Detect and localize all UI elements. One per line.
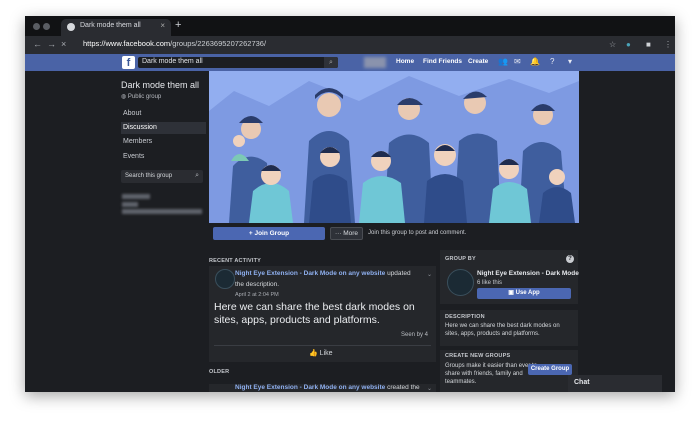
- bookmark-star-icon[interactable]: ☆: [609, 40, 616, 49]
- redacted-text: [122, 209, 202, 214]
- recent-activity-label: RECENT ACTIVITY: [209, 258, 261, 264]
- back-icon[interactable]: ←: [33, 39, 42, 49]
- stop-icon[interactable]: ×: [61, 39, 66, 49]
- post-timestamp[interactable]: April 2 at 2:04 PM: [235, 292, 279, 298]
- older-post-author-link[interactable]: Night Eye Extension - Dark Mode on any w…: [235, 384, 385, 391]
- browser-window: Dark mode them all × + ← → × https://www…: [25, 16, 675, 392]
- help-icon[interactable]: ?: [550, 57, 554, 66]
- post-header-line2: the description.: [235, 281, 280, 288]
- chat-bar[interactable]: Chat: [568, 375, 662, 392]
- join-hint-text: Join this group to post and comment.: [368, 230, 467, 236]
- nav-create[interactable]: Create: [468, 58, 488, 65]
- post-seen-by[interactable]: Seen by 4: [401, 332, 428, 338]
- create-groups-text: Groups make it easier than ever to share…: [445, 363, 538, 385]
- group-by-label: GROUP BY: [445, 256, 476, 262]
- cover-people-illustration: [209, 71, 579, 223]
- join-group-button[interactable]: + Join Group: [213, 227, 325, 240]
- address-field[interactable]: https://www.facebook.com/groups/22636952…: [83, 39, 266, 48]
- notifications-icon[interactable]: 🔔: [530, 57, 540, 66]
- chat-label: Chat: [574, 379, 590, 386]
- create-groups-label: CREATE NEW GROUPS: [445, 353, 511, 359]
- like-button[interactable]: 👍 Like: [309, 349, 333, 357]
- older-post-action-text: created the: [387, 384, 420, 391]
- window-minimize-dot[interactable]: [43, 23, 50, 30]
- fb-search-input[interactable]: Dark mode them all ⌕: [138, 57, 338, 68]
- nav-find-friends[interactable]: Find Friends: [423, 58, 462, 65]
- sidebar-item-members[interactable]: Members: [121, 136, 206, 148]
- sidebar-item-events[interactable]: Events: [121, 151, 206, 163]
- favicon-icon: [67, 23, 75, 31]
- help-icon[interactable]: ?: [566, 255, 574, 263]
- profile-icon[interactable]: ■: [646, 40, 651, 49]
- fb-search-value: Dark mode them all: [142, 58, 203, 65]
- post-divider: [214, 345, 431, 346]
- older-label: OLDER: [209, 369, 230, 375]
- friend-requests-icon[interactable]: 👥: [498, 57, 508, 66]
- new-tab-icon[interactable]: +: [175, 19, 181, 31]
- tab-title: Dark mode them all: [80, 22, 141, 29]
- messenger-icon[interactable]: ✉: [514, 57, 521, 66]
- facebook-logo-icon[interactable]: f: [122, 56, 135, 69]
- older-post-header: Night Eye Extension - Dark Mode on any w…: [235, 384, 420, 391]
- nav-home[interactable]: Home: [396, 58, 414, 65]
- older-post-options-chevron-icon[interactable]: ⌄: [427, 385, 432, 392]
- owner-avatar[interactable]: [447, 269, 474, 296]
- description-text: Here we can share the best dark modes on…: [445, 323, 560, 337]
- group-privacy: ◍ Public group: [121, 93, 161, 100]
- use-app-label: Use App: [515, 290, 540, 296]
- extension-icon[interactable]: ●: [626, 40, 631, 49]
- owner-likes: 6 like this: [477, 280, 503, 286]
- app-icon: ▣: [508, 290, 516, 296]
- description-label: DESCRIPTION: [445, 314, 485, 320]
- tab-close-icon[interactable]: ×: [160, 21, 165, 30]
- post-action-text: updated: [387, 270, 411, 277]
- create-group-button[interactable]: Create Group: [528, 364, 572, 375]
- group-search-input[interactable]: Search this group ⌕: [121, 170, 203, 183]
- group-search-placeholder: Search this group: [125, 173, 173, 179]
- tab-strip: Dark mode them all × +: [25, 16, 675, 36]
- group-title[interactable]: Dark mode them all: [121, 80, 199, 90]
- post-header-line1: Night Eye Extension - Dark Mode on any w…: [235, 270, 411, 277]
- address-bar-row: ← → × https://www.facebook.com/groups/22…: [25, 36, 675, 54]
- redacted-text: [122, 194, 150, 199]
- sidebar-item-discussion[interactable]: Discussion: [121, 122, 206, 134]
- post-body: Here we can share the best dark modes on…: [214, 301, 415, 326]
- url-path: /groups/2263695207262736/: [170, 39, 267, 48]
- post-author-link[interactable]: Night Eye Extension - Dark Mode on any w…: [235, 270, 385, 277]
- sidebar-item-about[interactable]: About: [121, 108, 206, 120]
- search-icon[interactable]: ⌕: [195, 172, 199, 180]
- post-author-avatar[interactable]: [215, 269, 235, 289]
- profile-avatar[interactable]: [364, 57, 386, 68]
- forward-icon[interactable]: →: [47, 39, 56, 49]
- facebook-top-bar: f Dark mode them all ⌕ Home Find Friends…: [25, 54, 675, 71]
- globe-icon: ◍: [121, 94, 128, 100]
- search-icon[interactable]: ⌕: [324, 57, 338, 68]
- account-chevron-icon[interactable]: ▾: [568, 57, 572, 66]
- thumbs-up-icon: 👍: [309, 350, 320, 357]
- menu-icon[interactable]: ⋮: [664, 40, 672, 49]
- group-privacy-label: Public group: [127, 94, 162, 100]
- redacted-text: [122, 202, 138, 207]
- group-cover-illustration: [209, 71, 579, 223]
- browser-tab[interactable]: Dark mode them all ×: [61, 19, 171, 36]
- url-host: https://www.facebook.com: [83, 39, 171, 48]
- window-close-dot[interactable]: [33, 23, 40, 30]
- use-app-button[interactable]: ▣ Use App: [477, 288, 571, 299]
- more-button[interactable]: ··· More: [330, 227, 363, 240]
- owner-name[interactable]: Night Eye Extension - Dark Mode: [477, 270, 579, 277]
- post-options-chevron-icon[interactable]: ⌄: [427, 271, 432, 278]
- like-label: Like: [319, 350, 333, 357]
